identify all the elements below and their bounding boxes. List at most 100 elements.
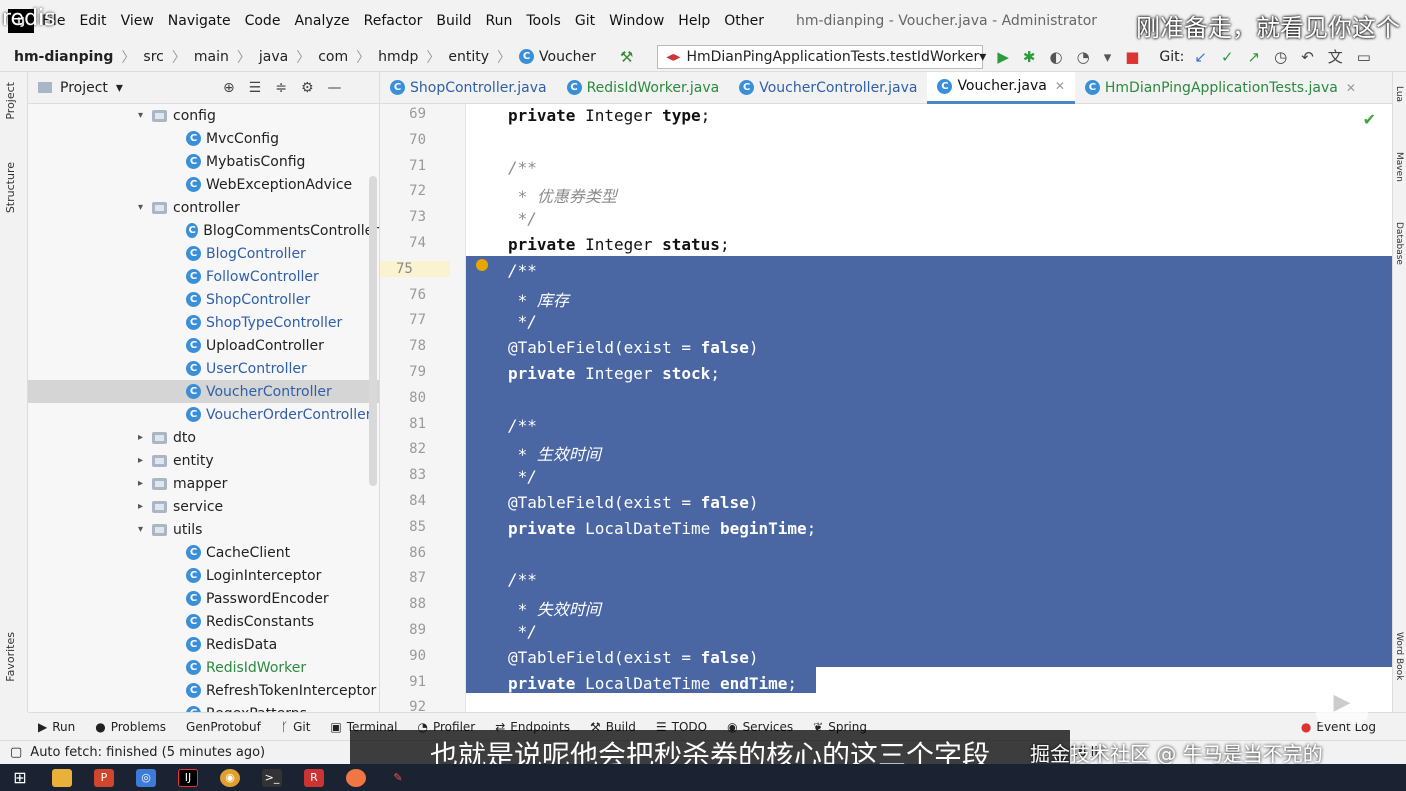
git-history-icon[interactable]: ◷	[1274, 48, 1287, 66]
tree-class-file[interactable]: C UserController	[28, 357, 379, 380]
coverage-icon[interactable]: ◐	[1050, 48, 1063, 66]
breadcrumb-com[interactable]: com	[318, 49, 348, 65]
git-push-icon[interactable]: ↗	[1248, 48, 1261, 66]
tree-class-file[interactable]: C FollowController	[28, 265, 379, 288]
tree-class-file[interactable]: C LoginInterceptor	[28, 564, 379, 587]
menu-code[interactable]: Code	[245, 13, 281, 29]
inspection-ok-icon[interactable]: ✔	[1363, 110, 1376, 129]
breadcrumb-src[interactable]: src	[143, 49, 163, 65]
tree-class-file[interactable]: C UploadController	[28, 334, 379, 357]
breadcrumb-voucher[interactable]: Voucher	[539, 49, 596, 65]
editor-tab[interactable]: C VoucherController.java	[729, 72, 927, 104]
tree-class-file[interactable]: C RedisIdWorker	[28, 656, 379, 679]
tool-genprotobuf[interactable]: GenProtobuf	[186, 720, 261, 734]
git-commit-icon[interactable]: ✓	[1221, 48, 1234, 66]
chevron-right-icon[interactable]: ▸	[138, 432, 152, 443]
redis-taskbar-icon[interactable]: R	[304, 768, 324, 787]
menu-other[interactable]: Other	[724, 13, 764, 29]
tree-folder[interactable]: ▾ utils	[28, 518, 379, 541]
editor-tab[interactable]: C ShopController.java	[380, 72, 557, 104]
close-icon[interactable]: ✕	[1055, 79, 1065, 93]
tree-folder[interactable]: ▸ mapper	[28, 472, 379, 495]
close-icon[interactable]: ✕	[1346, 81, 1356, 95]
tab-structure-vertical[interactable]: Structure	[4, 162, 17, 213]
chevron-down-icon[interactable]: ▾	[116, 80, 123, 96]
breadcrumb-entity[interactable]: entity	[448, 49, 489, 65]
tree-class-file[interactable]: C WebExceptionAdvice	[28, 173, 379, 196]
menu-git[interactable]: Git	[575, 13, 595, 29]
browser-icon[interactable]: ◎	[136, 768, 156, 787]
menu-run[interactable]: Run	[486, 13, 513, 29]
tree-class-file[interactable]: C CacheClient	[28, 541, 379, 564]
breadcrumb-java[interactable]: java	[259, 49, 288, 65]
tree-class-file[interactable]: C ShopController	[28, 288, 379, 311]
tab-project-vertical[interactable]: Project	[4, 82, 17, 120]
tree-class-file[interactable]: C RedisData	[28, 633, 379, 656]
scrollbar-thumb[interactable]	[369, 176, 377, 486]
tree-class-file[interactable]: C VoucherController	[28, 380, 379, 403]
chevron-down-icon[interactable]: ▾	[138, 110, 152, 121]
tab-database-vertical[interactable]: Database	[1394, 222, 1404, 265]
intellij-taskbar-icon[interactable]: IJ	[178, 768, 198, 787]
profile-icon[interactable]: ◔	[1077, 48, 1090, 66]
tree-class-file[interactable]: C ShopTypeController	[28, 311, 379, 334]
chevron-right-icon[interactable]: ▸	[138, 501, 152, 512]
tree-class-file[interactable]: C VoucherOrderController	[28, 403, 379, 426]
chevron-down-icon[interactable]: ▾	[138, 202, 152, 213]
run-icon[interactable]: ▶	[997, 48, 1009, 66]
app-taskbar-icon[interactable]	[346, 768, 366, 787]
breadcrumb-hmdp[interactable]: hmdp	[378, 49, 418, 65]
editor-tab[interactable]: C RedisIdWorker.java	[557, 72, 730, 104]
tab-maven-vertical[interactable]: Maven	[1394, 152, 1404, 182]
chevron-right-icon[interactable]: ▸	[138, 455, 152, 466]
video-play-icon[interactable]: ▶	[1316, 680, 1368, 724]
breadcrumb-main[interactable]: main	[194, 49, 229, 65]
tree-folder[interactable]: ▸ dto	[28, 426, 379, 449]
status-toggle-icon[interactable]: ▢	[10, 745, 22, 760]
project-panel-title[interactable]: Project	[60, 80, 108, 96]
tree-folder[interactable]: ▸ entity	[28, 449, 379, 472]
run-configuration-select[interactable]: ◂▸ HmDianPingApplicationTests.testIdWork…	[657, 44, 986, 69]
more-run-options-icon[interactable]: ▾	[1104, 48, 1112, 66]
tree-class-file[interactable]: C RedisConstants	[28, 610, 379, 633]
pen-taskbar-icon[interactable]: ✎	[388, 769, 408, 787]
tree-folder[interactable]: ▾ controller	[28, 196, 379, 219]
tool-run[interactable]: ▶ Run	[38, 720, 75, 734]
git-update-icon[interactable]: ↙	[1194, 48, 1207, 66]
tab-lua-vertical[interactable]: Lua	[1394, 86, 1404, 102]
menu-navigate[interactable]: Navigate	[168, 13, 231, 29]
windows-start-icon[interactable]: ⊞	[10, 768, 30, 787]
tree-class-file[interactable]: C PasswordEncoder	[28, 587, 379, 610]
code-editor[interactable]: ✔ private Integer type; /** * 优惠券类型 */ pri…	[466, 104, 1392, 712]
tree-folder[interactable]: ▾ config	[28, 104, 379, 127]
intention-bulb-icon[interactable]	[476, 259, 488, 271]
translate-icon[interactable]: 文	[1328, 46, 1343, 67]
layout-icon[interactable]: ▭	[1357, 48, 1371, 66]
powerpoint-icon[interactable]: P	[94, 768, 114, 787]
tab-favorites-vertical[interactable]: Favorites	[4, 632, 17, 682]
git-rollback-icon[interactable]: ↶	[1301, 48, 1314, 66]
chevron-down-icon[interactable]: ▾	[138, 524, 152, 535]
tab-word-book-vertical[interactable]: Word Book	[1394, 632, 1404, 680]
menu-view[interactable]: View	[121, 13, 154, 29]
chrome-icon[interactable]: ◉	[220, 768, 240, 787]
tree-folder[interactable]: ▸ service	[28, 495, 379, 518]
tree-class-file[interactable]: C BlogCommentsController	[28, 219, 379, 242]
build-hammer-icon[interactable]: ⚒	[620, 48, 633, 66]
stop-icon[interactable]: ■	[1125, 48, 1139, 66]
menu-tools[interactable]: Tools	[526, 13, 561, 29]
tree-class-file[interactable]: C MvcConfig	[28, 127, 379, 150]
tree-class-file[interactable]: C MybatisConfig	[28, 150, 379, 173]
menu-refactor[interactable]: Refactor	[364, 13, 423, 29]
menu-window[interactable]: Window	[609, 13, 664, 29]
editor-tab[interactable]: C HmDianPingApplicationTests.java ✕	[1075, 72, 1366, 104]
debug-icon[interactable]: ✱	[1023, 48, 1036, 66]
tree-class-file[interactable]: CRegexPatterns	[28, 702, 379, 712]
menu-edit[interactable]: Edit	[79, 13, 106, 29]
menu-analyze[interactable]: Analyze	[294, 13, 349, 29]
hide-icon[interactable]: —	[328, 80, 342, 96]
menu-build[interactable]: Build	[436, 13, 471, 29]
file-explorer-icon[interactable]	[52, 768, 72, 787]
tool-problems[interactable]: ● Problems	[95, 720, 166, 734]
editor-tab[interactable]: C Voucher.java ✕	[927, 71, 1075, 104]
